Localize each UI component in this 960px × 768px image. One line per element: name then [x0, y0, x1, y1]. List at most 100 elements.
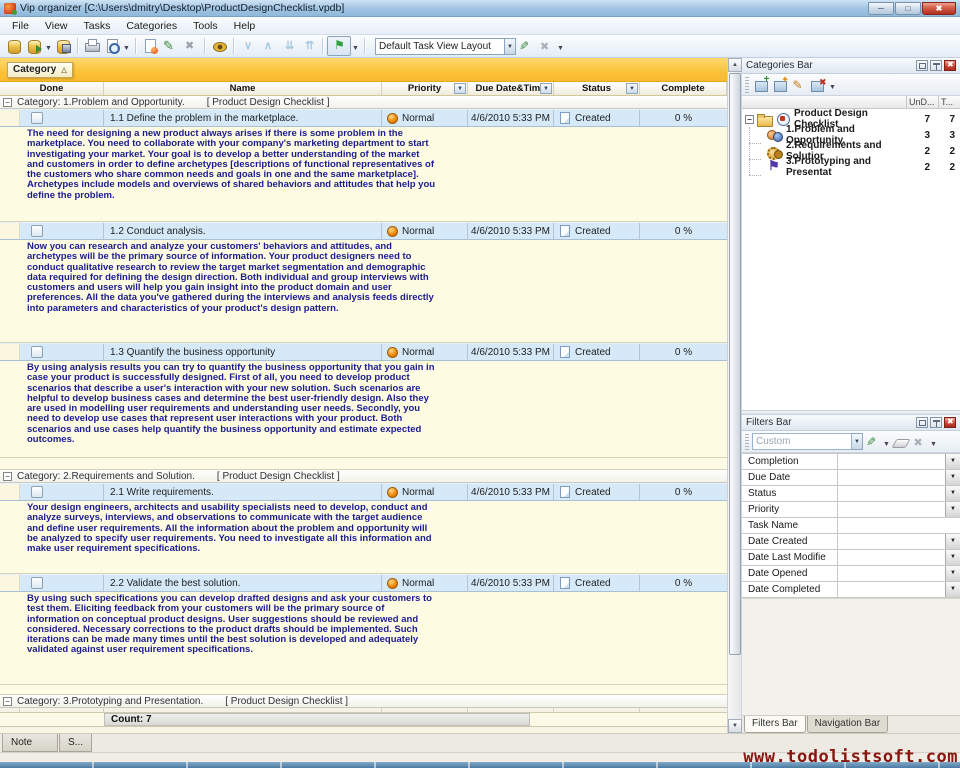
dropdown-caret-icon[interactable]: ▼	[351, 36, 360, 56]
apply-filter-button[interactable]	[863, 432, 882, 451]
task-row[interactable]: 1.1 Define the problem in the marketplac…	[0, 109, 727, 127]
categories-close-icon[interactable]	[944, 60, 956, 71]
task-name-cell[interactable]: 1.2 Conduct analysis.	[104, 223, 382, 239]
task-description-row[interactable]: The need for designing a new product alw…	[0, 127, 727, 222]
close-button[interactable]: ✖	[922, 2, 956, 15]
filter-value-field[interactable]	[838, 470, 945, 485]
task-description-row[interactable]: By using such specifications you can dev…	[0, 592, 727, 685]
status-cell[interactable]: Created	[554, 484, 640, 500]
column-header-priority[interactable]: Priority▼	[382, 82, 468, 95]
task-checkbox[interactable]	[31, 486, 43, 498]
collapse-icon[interactable]: −	[3, 98, 12, 107]
complete-cell[interactable]: 0 %	[640, 223, 727, 239]
filter-value-field[interactable]	[838, 454, 945, 469]
filter-value-field[interactable]	[838, 550, 945, 565]
task-name-cell[interactable]: 1.3 Quantify the business opportunity	[104, 344, 382, 360]
column-filter-button[interactable]: ▼	[454, 83, 466, 94]
open-database-button[interactable]	[24, 36, 44, 56]
priority-cell[interactable]: Normal	[382, 575, 468, 591]
new-database-button[interactable]	[4, 36, 24, 56]
tree-collapse-icon[interactable]: −	[745, 115, 754, 124]
task-name-cell[interactable]: 2.2 Validate the best solution.	[104, 575, 382, 591]
collapse-icon[interactable]: −	[3, 472, 12, 481]
apply-filter-caret[interactable]: ▼	[882, 432, 891, 452]
task-name-cell[interactable]: 2.1 Write requirements.	[104, 484, 382, 500]
categories-pin-icon[interactable]	[930, 60, 942, 71]
filter-dropdown-button[interactable]: ▼	[945, 470, 960, 485]
task-row[interactable]: 2.2 Validate the best solution.Normal4/6…	[0, 574, 727, 592]
task-checkbox[interactable]	[31, 577, 43, 589]
status-cell[interactable]: Created	[554, 110, 640, 126]
task-row[interactable]: 1.3 Quantify the business opportunityNor…	[0, 343, 727, 361]
filter-combo-dropdown[interactable]: ▼	[852, 433, 863, 450]
filter-dropdown-button[interactable]: ▼	[945, 486, 960, 501]
complete-cell[interactable]: 0 %	[640, 110, 727, 126]
move-to-top-button[interactable]	[298, 36, 318, 56]
filter-preset-combo[interactable]: Custom	[752, 433, 852, 450]
highlight-tasks-button[interactable]	[209, 36, 229, 56]
tree-col-total[interactable]: T...	[938, 96, 960, 108]
menu-tools[interactable]: Tools	[185, 18, 226, 34]
task-description-row[interactable]: Your design engineers, architects and us…	[0, 501, 727, 574]
column-header-done[interactable]: Done	[0, 82, 104, 95]
tree-col-undone[interactable]: UnD...	[906, 96, 938, 108]
filter-dropdown-button[interactable]: ▼	[945, 566, 960, 581]
filter-value-field[interactable]	[838, 486, 945, 501]
maximize-button[interactable]: □	[895, 2, 921, 15]
status-cell[interactable]: Created	[554, 575, 640, 591]
new-task-button[interactable]	[140, 36, 160, 56]
column-header-name[interactable]: Name	[104, 82, 382, 95]
group-by-chip-category[interactable]: Category △	[7, 62, 73, 78]
menu-tasks[interactable]: Tasks	[76, 18, 119, 34]
move-up-button[interactable]	[258, 36, 278, 56]
print-preview-button[interactable]	[102, 36, 122, 56]
column-header-complete[interactable]: Complete	[640, 82, 727, 95]
column-filter-button[interactable]: ▼	[626, 83, 638, 94]
panel-tab-navigation-bar[interactable]: Navigation Bar	[807, 716, 889, 733]
group-header-row[interactable]: −Category: 2.Requirements and Solution.[…	[0, 470, 727, 483]
group-header-row[interactable]: −Category: 1.Problem and Opportunity.[ P…	[0, 96, 727, 109]
filter-value-field[interactable]	[838, 502, 945, 517]
filters-close-icon[interactable]	[944, 417, 956, 428]
priority-cell[interactable]: Normal	[382, 484, 468, 500]
menu-file[interactable]: File	[4, 18, 37, 34]
delete-filter-button[interactable]	[910, 432, 929, 451]
complete-cell[interactable]: 0 %	[640, 344, 727, 360]
collapse-icon[interactable]: −	[3, 697, 12, 706]
group-header-row[interactable]: −Category: 3.Prototyping and Presentatio…	[0, 695, 727, 708]
status-cell[interactable]: Created	[554, 223, 640, 239]
filter-value-field[interactable]	[838, 518, 960, 533]
task-checkbox[interactable]	[31, 346, 43, 358]
scrollbar-thumb[interactable]	[729, 73, 741, 655]
save-database-button[interactable]	[53, 36, 73, 56]
bottom-tab-subtasks[interactable]: S...	[59, 734, 92, 752]
due-date-cell[interactable]: 4/6/2010 5:33 PM	[468, 484, 554, 500]
delete-layout-button[interactable]	[536, 36, 556, 56]
clear-filter-button[interactable]	[891, 432, 910, 451]
edit-task-button[interactable]	[160, 36, 180, 56]
task-row[interactable]: 1.2 Conduct analysis.Normal4/6/2010 5:33…	[0, 222, 727, 240]
due-date-cell[interactable]: 4/6/2010 5:33 PM	[468, 223, 554, 239]
filter-dropdown-button[interactable]: ▼	[945, 550, 960, 565]
delete-category-button[interactable]	[809, 75, 828, 94]
priority-cell[interactable]: Normal	[382, 110, 468, 126]
edit-layout-button[interactable]	[516, 36, 536, 56]
task-description-row[interactable]: Now you can research and analyze your cu…	[0, 240, 727, 343]
vertical-scrollbar[interactable]: ▲ ▼	[727, 58, 741, 733]
task-row[interactable]: 2.1 Write requirements.Normal4/6/2010 5:…	[0, 483, 727, 501]
filter-value-field[interactable]	[838, 534, 945, 549]
bottom-tab-note[interactable]: Note	[2, 734, 58, 752]
task-view-layout-combo[interactable]: Default Task View Layout	[375, 38, 505, 55]
layout-toolbar-caret[interactable]: ▼	[556, 36, 565, 56]
categories-toolbar-caret[interactable]: ▼	[828, 75, 837, 95]
task-name-cell[interactable]: 1.1 Define the problem in the marketplac…	[104, 110, 382, 126]
move-to-bottom-button[interactable]	[278, 36, 298, 56]
filter-dropdown-button[interactable]: ▼	[945, 502, 960, 517]
filter-dropdown-button[interactable]: ▼	[945, 582, 960, 597]
move-down-button[interactable]	[238, 36, 258, 56]
menu-view[interactable]: View	[37, 18, 76, 34]
layout-combo-dropdown[interactable]: ▼	[505, 38, 516, 55]
delete-task-button[interactable]	[180, 36, 200, 56]
panel-tab-filters-bar[interactable]: Filters Bar	[744, 716, 806, 733]
filters-toolbar-caret[interactable]: ▼	[929, 432, 938, 452]
